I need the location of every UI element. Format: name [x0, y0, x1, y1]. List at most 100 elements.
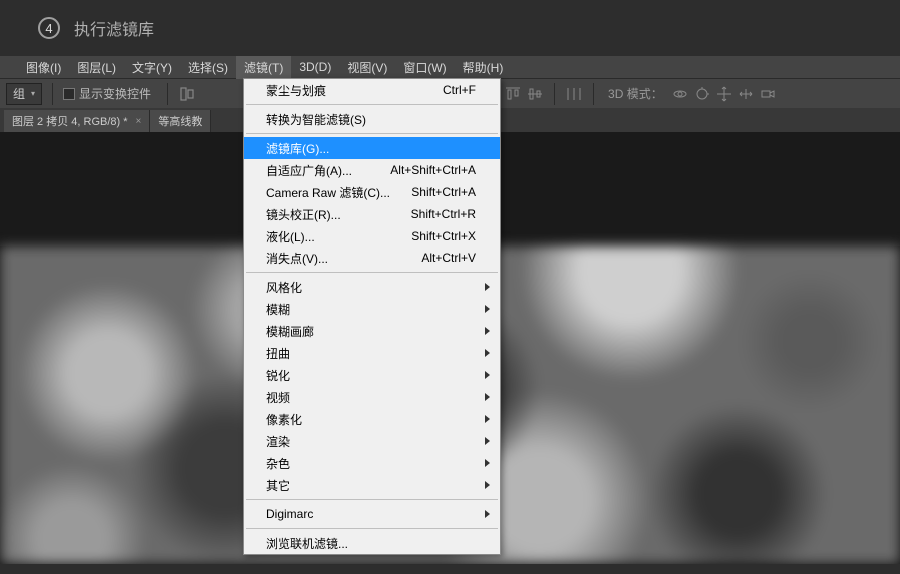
chevron-down-icon: ▾	[31, 89, 35, 98]
filter-menu-item[interactable]: 镜头校正(R)...Shift+Ctrl+R	[244, 203, 500, 225]
slide-3d-icon[interactable]	[737, 85, 755, 103]
document-tab[interactable]: 图层 2 拷贝 4, RGB/8) * ×	[4, 110, 150, 132]
document-tab[interactable]: 等高线教	[150, 110, 211, 132]
filter-menu-item[interactable]: 浏览联机滤镜...	[244, 532, 500, 554]
menu-item-label: 滤镜库(G)...	[266, 140, 476, 157]
menu-item-label: 模糊画廊	[266, 323, 476, 340]
filter-menu-item[interactable]: 滤镜库(G)...	[244, 137, 500, 159]
show-transform-label: 显示变换控件	[79, 85, 151, 102]
menu-separator	[246, 104, 498, 105]
menu-item[interactable]: 图层(L)	[69, 56, 124, 79]
distribute-icon[interactable]	[565, 85, 583, 103]
menu-item-shortcut: Shift+Ctrl+X	[411, 229, 476, 243]
filter-menu-item[interactable]: 视频	[244, 386, 500, 408]
submenu-arrow-icon	[485, 481, 490, 489]
camera-3d-icon[interactable]	[759, 85, 777, 103]
menu-item[interactable]: 图像(I)	[18, 56, 69, 79]
align-top-icon[interactable]	[504, 85, 522, 103]
menu-item-label: 浏览联机滤镜...	[266, 535, 476, 552]
filter-menu-item[interactable]: 转换为智能滤镜(S)	[244, 108, 500, 130]
layer-group-combo-label: 组	[13, 85, 25, 102]
menu-item-label: 消失点(V)...	[266, 250, 421, 267]
filter-menu-item[interactable]: Camera Raw 滤镜(C)...Shift+Ctrl+A	[244, 181, 500, 203]
separator	[554, 83, 555, 105]
orbit-3d-icon[interactable]	[671, 85, 689, 103]
3d-mode-label: 3D 模式：	[608, 85, 663, 102]
menu-item[interactable]: 滤镜(T)	[236, 56, 291, 79]
filter-menu-item[interactable]: 自适应广角(A)...Alt+Shift+Ctrl+A	[244, 159, 500, 181]
menu-item-label: 其它	[266, 477, 476, 494]
menu-item-label: 锐化	[266, 367, 476, 384]
show-transform-checkbox[interactable]	[63, 88, 75, 100]
menu-item-shortcut: Ctrl+F	[443, 83, 476, 97]
filter-menu-item[interactable]: 消失点(V)...Alt+Ctrl+V	[244, 247, 500, 269]
menu-item-label: 自适应广角(A)...	[266, 162, 390, 179]
filter-menu-item[interactable]: Digimarc	[244, 503, 500, 525]
menu-item-shortcut: Alt+Ctrl+V	[421, 251, 476, 265]
menu-item-label: 杂色	[266, 455, 476, 472]
close-icon[interactable]: ×	[136, 116, 142, 127]
menu-item[interactable]: 选择(S)	[180, 56, 236, 79]
filter-menu-item[interactable]: 锐化	[244, 364, 500, 386]
menu-item[interactable]: 帮助(H)	[455, 56, 512, 79]
submenu-arrow-icon	[485, 459, 490, 467]
menu-item-label: 扭曲	[266, 345, 476, 362]
submenu-arrow-icon	[485, 437, 490, 445]
menu-separator	[246, 499, 498, 500]
filter-menu-item[interactable]: 其它	[244, 474, 500, 496]
align-icon[interactable]	[178, 85, 196, 103]
separator	[167, 83, 168, 105]
menu-item-label: 像素化	[266, 411, 476, 428]
filter-menu-item[interactable]: 模糊	[244, 298, 500, 320]
submenu-arrow-icon	[485, 305, 490, 313]
menu-item-label: 蒙尘与划痕	[266, 82, 443, 99]
separator	[52, 83, 53, 105]
step-title-text: 执行滤镜库	[74, 16, 154, 40]
submenu-arrow-icon	[485, 371, 490, 379]
menu-item-label: 风格化	[266, 279, 476, 296]
menu-item-label: Camera Raw 滤镜(C)...	[266, 184, 411, 201]
filter-menu-item[interactable]: 像素化	[244, 408, 500, 430]
submenu-arrow-icon	[485, 327, 490, 335]
menu-item-shortcut: Shift+Ctrl+R	[411, 207, 476, 221]
align-middle-icon[interactable]	[526, 85, 544, 103]
menu-item[interactable]: 3D(D)	[291, 57, 339, 77]
status-bar	[0, 564, 900, 574]
filter-menu-item[interactable]: 模糊画廊	[244, 320, 500, 342]
menu-item-label: 模糊	[266, 301, 476, 318]
menu-item-shortcut: Shift+Ctrl+A	[411, 185, 476, 199]
menu-item-label: 视频	[266, 389, 476, 406]
menu-item[interactable]: 视图(V)	[339, 56, 395, 79]
menu-bar: 图像(I)图层(L)文字(Y)选择(S)滤镜(T)3D(D)视图(V)窗口(W)…	[0, 56, 900, 78]
filter-menu-item[interactable]: 扭曲	[244, 342, 500, 364]
submenu-arrow-icon	[485, 415, 490, 423]
menu-item[interactable]: 文字(Y)	[124, 56, 180, 79]
menu-item[interactable]: 窗口(W)	[395, 56, 454, 79]
menu-item-label: 镜头校正(R)...	[266, 206, 411, 223]
layer-group-combo[interactable]: 组 ▾	[6, 83, 42, 105]
filter-menu-item[interactable]: 液化(L)...Shift+Ctrl+X	[244, 225, 500, 247]
menu-item-label: 转换为智能滤镜(S)	[266, 111, 476, 128]
document-tab-label: 图层 2 拷贝 4, RGB/8) *	[12, 113, 128, 129]
filter-menu-item[interactable]: 风格化	[244, 276, 500, 298]
step-number-badge: 4	[38, 17, 60, 39]
step-title-bar: 4 执行滤镜库	[0, 0, 900, 56]
filter-menu-dropdown: 蒙尘与划痕Ctrl+F 转换为智能滤镜(S) 滤镜库(G)... 自适应广角(A)..…	[243, 78, 501, 555]
menu-item-shortcut: Alt+Shift+Ctrl+A	[390, 163, 476, 177]
submenu-arrow-icon	[485, 510, 490, 518]
filter-menu-item[interactable]: 杂色	[244, 452, 500, 474]
separator	[593, 83, 594, 105]
menu-separator	[246, 272, 498, 273]
document-tab-label: 等高线教	[158, 113, 202, 129]
submenu-arrow-icon	[485, 393, 490, 401]
menu-separator	[246, 528, 498, 529]
menu-item-label: Digimarc	[266, 507, 476, 521]
rotate-3d-icon[interactable]	[693, 85, 711, 103]
menu-separator	[246, 133, 498, 134]
filter-menu-item[interactable]: 渲染	[244, 430, 500, 452]
pan-3d-icon[interactable]	[715, 85, 733, 103]
submenu-arrow-icon	[485, 283, 490, 291]
submenu-arrow-icon	[485, 349, 490, 357]
menu-item-label: 渲染	[266, 433, 476, 450]
filter-menu-item[interactable]: 蒙尘与划痕Ctrl+F	[244, 79, 500, 101]
